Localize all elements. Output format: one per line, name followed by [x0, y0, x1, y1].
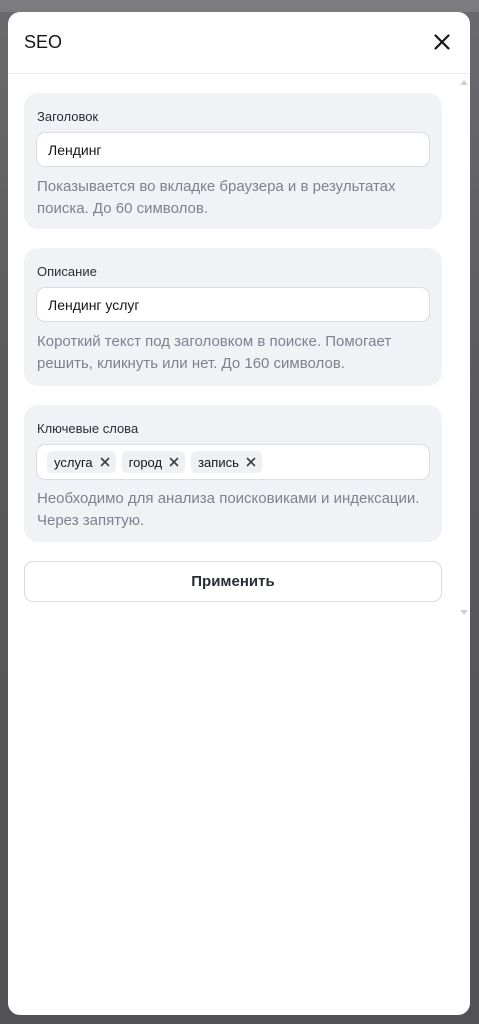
- keyword-tag: город: [121, 451, 186, 473]
- keyword-tag: услуга: [47, 451, 116, 473]
- x-icon[interactable]: [99, 456, 111, 468]
- title-input[interactable]: [36, 132, 430, 167]
- title-field-hint: Показывается во вкладке браузера и в рез…: [37, 178, 396, 217]
- scrollbar-up-arrow[interactable]: [460, 80, 468, 85]
- x-icon[interactable]: [168, 456, 180, 468]
- x-icon[interactable]: [245, 456, 257, 468]
- close-icon: [434, 34, 450, 50]
- description-field-hint: Короткий текст под заголовком в поиске. …: [37, 333, 392, 372]
- seo-modal: SEO Заголовок Показывается во вкладке бр…: [8, 12, 470, 1015]
- backdrop-top-strip: [0, 0, 479, 12]
- modal-header: SEO: [8, 12, 470, 74]
- description-field-label: Описание: [37, 264, 97, 279]
- keyword-tag-label: город: [128, 454, 163, 470]
- title-field-card: Заголовок Показывается во вкладке браузе…: [24, 93, 442, 229]
- keywords-field-label: Ключевые слова: [37, 421, 139, 436]
- title-field-label: Заголовок: [37, 109, 99, 124]
- description-field-card: Описание Короткий текст под заголовком в…: [24, 248, 442, 386]
- keyword-tag: запись: [191, 451, 262, 473]
- keywords-field-hint: Необходимо для анализа поисковиками и ин…: [37, 490, 420, 529]
- keyword-tag-label: запись: [198, 454, 239, 470]
- scrollbar-down-arrow[interactable]: [460, 610, 468, 615]
- keywords-field-card: Ключевые слова услуга город запись Необх…: [24, 405, 442, 542]
- modal-title: SEO: [24, 32, 63, 52]
- keywords-input[interactable]: услуга город запись: [36, 444, 430, 480]
- close-button[interactable]: [428, 28, 456, 56]
- apply-button[interactable]: Применить: [24, 561, 442, 602]
- keyword-tag-label: услуга: [54, 454, 93, 470]
- description-input[interactable]: [36, 287, 430, 322]
